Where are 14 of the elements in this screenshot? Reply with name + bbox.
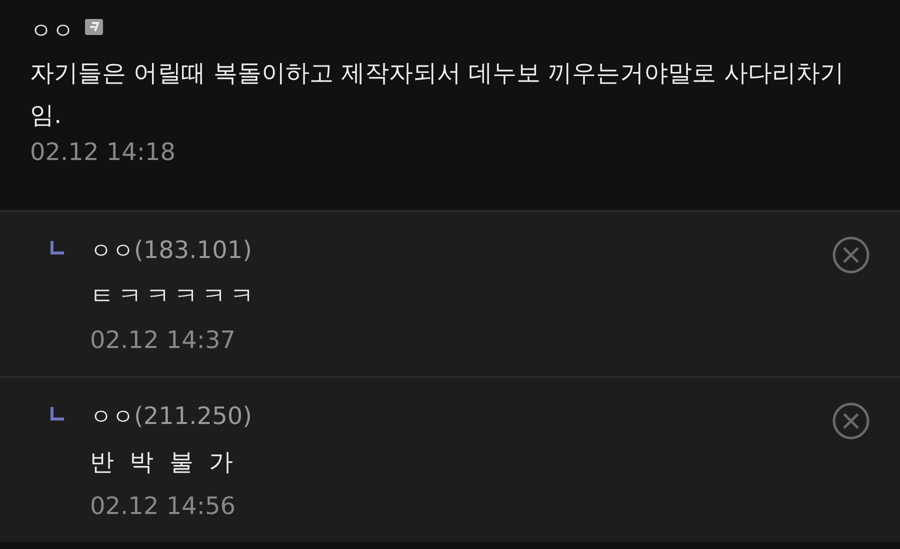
author-name: ㅇㅇ — [90, 239, 134, 264]
comment-text: 자기들은 어릴때 복돌이하고 제작자되서 데누보 끼우는거야말로 사다리차기임. — [30, 58, 845, 131]
delete-icon[interactable] — [832, 402, 870, 440]
author-name: ㅇㅇ — [30, 18, 74, 46]
author-ip: (183.101) — [134, 236, 252, 264]
reply-text: 반 박 불 가 — [90, 447, 238, 478]
reply-text: ㅌㅋㅋㅋㅋㅋ — [90, 281, 259, 312]
author-name: ㅇㅇ — [90, 405, 134, 430]
comment-time: 02.12 14:18 — [30, 138, 176, 166]
author-ip: (211.250) — [134, 402, 252, 430]
delete-icon[interactable] — [832, 236, 870, 274]
reply-time: 02.12 14:37 — [90, 326, 236, 354]
reply-time: 02.12 14:56 — [90, 492, 236, 520]
badge-icon — [84, 18, 104, 36]
